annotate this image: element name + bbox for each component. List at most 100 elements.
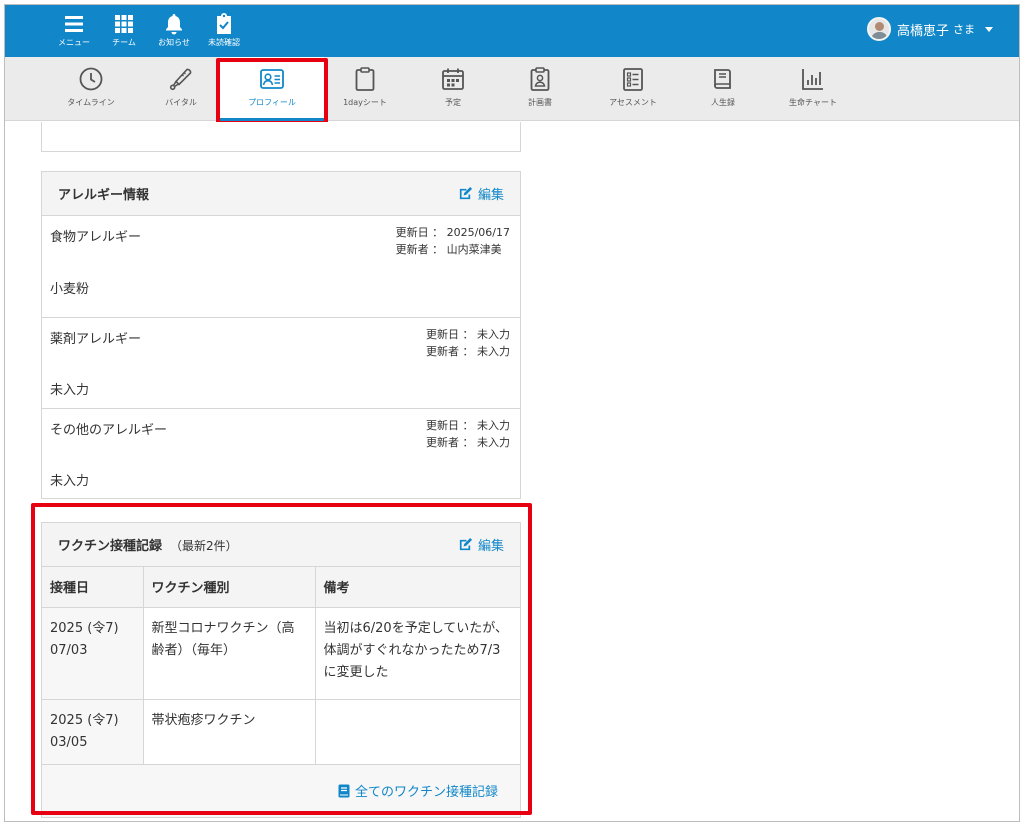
column-header: ワクチン種別 [143, 567, 316, 608]
vaccine-date-cell: 2025 (令7) 03/05 [42, 699, 144, 765]
bar-chart-icon [802, 69, 823, 90]
vaccine-note-cell [315, 699, 520, 765]
tab-1day-sheet[interactable]: 1dayシート [325, 57, 405, 121]
menu-label: メニュー [58, 38, 90, 47]
book-icon [714, 69, 731, 89]
vaccine-subtitle: （最新2件） [170, 539, 238, 553]
tab-label: タイムライン [67, 98, 115, 107]
vaccine-header: ワクチン接種記録 （最新2件） 編集 [42, 523, 520, 567]
allergy-title: アレルギー情報 [58, 188, 150, 203]
profile-card-icon [260, 69, 284, 89]
vaccine-date-cell: 2025 (令7) 07/03 [42, 607, 144, 700]
vaccine-footer: 全てのワクチン接種記録 [42, 764, 520, 817]
allergy-value: 未入力 [50, 474, 90, 489]
grid-icon [115, 15, 133, 33]
allergy-list: 食物アレルギー 更新日 ： 2025/06/17 更新者 ： 山内菜津美 小麦粉… [42, 216, 520, 498]
vaccine-edit-label: 編集 [477, 539, 504, 554]
allergy-updated: 更新日 ： 未入力 [426, 328, 510, 341]
previous-panel-bottom [41, 122, 521, 152]
vaccine-date-day: 07/03 [50, 642, 88, 658]
app-window: メニュー チーム お知らせ 未読確認 高橋恵子 さま タイムライン バイタル プ… [4, 4, 1020, 822]
allergy-edit-button[interactable]: 編集 [458, 184, 504, 203]
vaccine-title: ワクチン接種記録 （最新2件） [58, 535, 238, 554]
tab-assessment[interactable]: アセスメント [593, 57, 673, 121]
tab-plan[interactable]: 計画書 [500, 57, 580, 121]
all-vaccine-records-link[interactable]: 全てのワクチン接種記録 [338, 781, 498, 800]
vaccine-note-cell: 当初は6/20を予定していたが、体調がすぐれなかったため7/3に変更した [315, 607, 520, 700]
team-button[interactable]: チーム [99, 13, 149, 49]
clock-icon [79, 67, 103, 91]
vaccine-panel: ワクチン接種記録 （最新2件） 編集 接種日 ワクチン種別 備考 2025 (令7… [41, 522, 521, 818]
vaccine-edit-button[interactable]: 編集 [458, 535, 504, 554]
team-label: チーム [112, 38, 136, 47]
tab-timeline[interactable]: タイムライン [51, 57, 131, 121]
user-suffix: さま [953, 23, 975, 36]
allergy-item-other: その他のアレルギー 更新日 ： 未入力 更新者 ： 未入力 未入力 [42, 408, 520, 498]
allergy-item-drug: 薬剤アレルギー 更新日 ： 未入力 更新者 ： 未入力 未入力 [42, 317, 520, 408]
chevron-down-icon [985, 26, 993, 32]
top-nav: メニュー チーム お知らせ 未読確認 [49, 13, 249, 49]
top-header: メニュー チーム お知らせ 未読確認 高橋恵子 さま [5, 5, 1019, 57]
table-header-row: 接種日 ワクチン種別 備考 [42, 567, 520, 608]
allergy-updater: 更新者 ： 未入力 [426, 436, 510, 449]
vaccine-type-cell: 帯状疱疹ワクチン [143, 699, 316, 765]
clipboard-icon [355, 67, 375, 91]
column-header: 接種日 [42, 567, 144, 608]
allergy-header: アレルギー情報 編集 [42, 172, 520, 216]
vaccine-type-cell: 新型コロナワクチン（高齢者）（毎年） [143, 607, 316, 700]
notifications-label: お知らせ [158, 38, 190, 47]
allergy-value: 小麦粉 [50, 282, 90, 297]
allergy-label: 薬剤アレルギー [50, 332, 142, 347]
checklist-icon [623, 68, 643, 91]
avatar [866, 17, 891, 41]
tab-label: 生命チャート [789, 98, 837, 107]
bell-icon [166, 14, 182, 35]
tab-schedule[interactable]: 予定 [413, 57, 493, 121]
column-header: 備考 [315, 567, 520, 608]
tab-profile[interactable]: プロフィール [220, 57, 324, 121]
vaccine-date-day: 03/05 [50, 734, 88, 750]
all-vaccine-records-label: 全てのワクチン接種記録 [354, 785, 498, 800]
tab-label: 計画書 [528, 98, 552, 107]
allergy-label: その他のアレルギー [50, 423, 168, 438]
vaccine-date-year: 2025 (令7) [50, 620, 119, 636]
allergy-updated: 更新日 ： 2025/06/17 [395, 226, 510, 239]
table-row: 2025 (令7) 07/03 新型コロナワクチン（高齢者）（毎年） 当初は6/2… [42, 607, 520, 700]
allergy-meta: 更新日 ： 未入力 更新者 ： 未入力 [426, 326, 510, 360]
allergy-updater: 更新者 ： 山内菜津美 [395, 243, 502, 256]
menu-icon [65, 16, 83, 32]
menu-button[interactable]: メニュー [49, 13, 99, 49]
allergy-meta: 更新日 ： 2025/06/17 更新者 ： 山内菜津美 [396, 224, 510, 258]
tab-label: 人生録 [711, 98, 735, 107]
allergy-item-food: 食物アレルギー 更新日 ： 2025/06/17 更新者 ： 山内菜津美 小麦粉 [42, 216, 520, 317]
tab-bar: タイムライン バイタル プロフィール 1dayシート 予定 計画書 アセスメント [5, 57, 1019, 121]
tab-label: アセスメント [609, 98, 657, 107]
user-menu[interactable]: 高橋恵子 さま [866, 17, 993, 41]
tab-vital[interactable]: バイタル [141, 57, 221, 121]
badge-icon [530, 67, 550, 91]
notifications-button[interactable]: お知らせ [149, 13, 199, 49]
allergy-updater: 更新者 ： 未入力 [426, 345, 510, 358]
clipboard-check-icon [217, 13, 231, 34]
book-icon [338, 784, 350, 797]
edit-icon [459, 186, 473, 200]
allergy-value: 未入力 [50, 383, 90, 398]
tab-label: 1dayシート [343, 98, 387, 107]
user-name: 高橋恵子 [896, 23, 949, 39]
thermometer-icon [169, 68, 192, 91]
vaccine-table: 接種日 ワクチン種別 備考 2025 (令7) 07/03 新型コロナワクチン（高… [42, 567, 520, 765]
tab-label: 予定 [445, 98, 461, 107]
vaccine-title-text: ワクチン接種記録 [58, 539, 163, 554]
tab-life-record[interactable]: 人生録 [683, 57, 763, 121]
tab-label: プロフィール [248, 98, 296, 107]
tab-life-chart[interactable]: 生命チャート [773, 57, 853, 121]
allergy-updated: 更新日 ： 未入力 [426, 419, 510, 432]
vaccine-date-year: 2025 (令7) [50, 712, 119, 728]
main-content: アレルギー情報 編集 食物アレルギー 更新日 ： 2025/06/17 更新者 … [41, 122, 521, 818]
allergy-label: 食物アレルギー [50, 230, 142, 245]
allergy-panel: アレルギー情報 編集 食物アレルギー 更新日 ： 2025/06/17 更新者 … [41, 171, 521, 499]
unread-check-label: 未読確認 [208, 38, 240, 47]
unread-check-button[interactable]: 未読確認 [199, 13, 249, 49]
allergy-meta: 更新日 ： 未入力 更新者 ： 未入力 [426, 417, 510, 451]
calendar-icon [442, 68, 464, 90]
